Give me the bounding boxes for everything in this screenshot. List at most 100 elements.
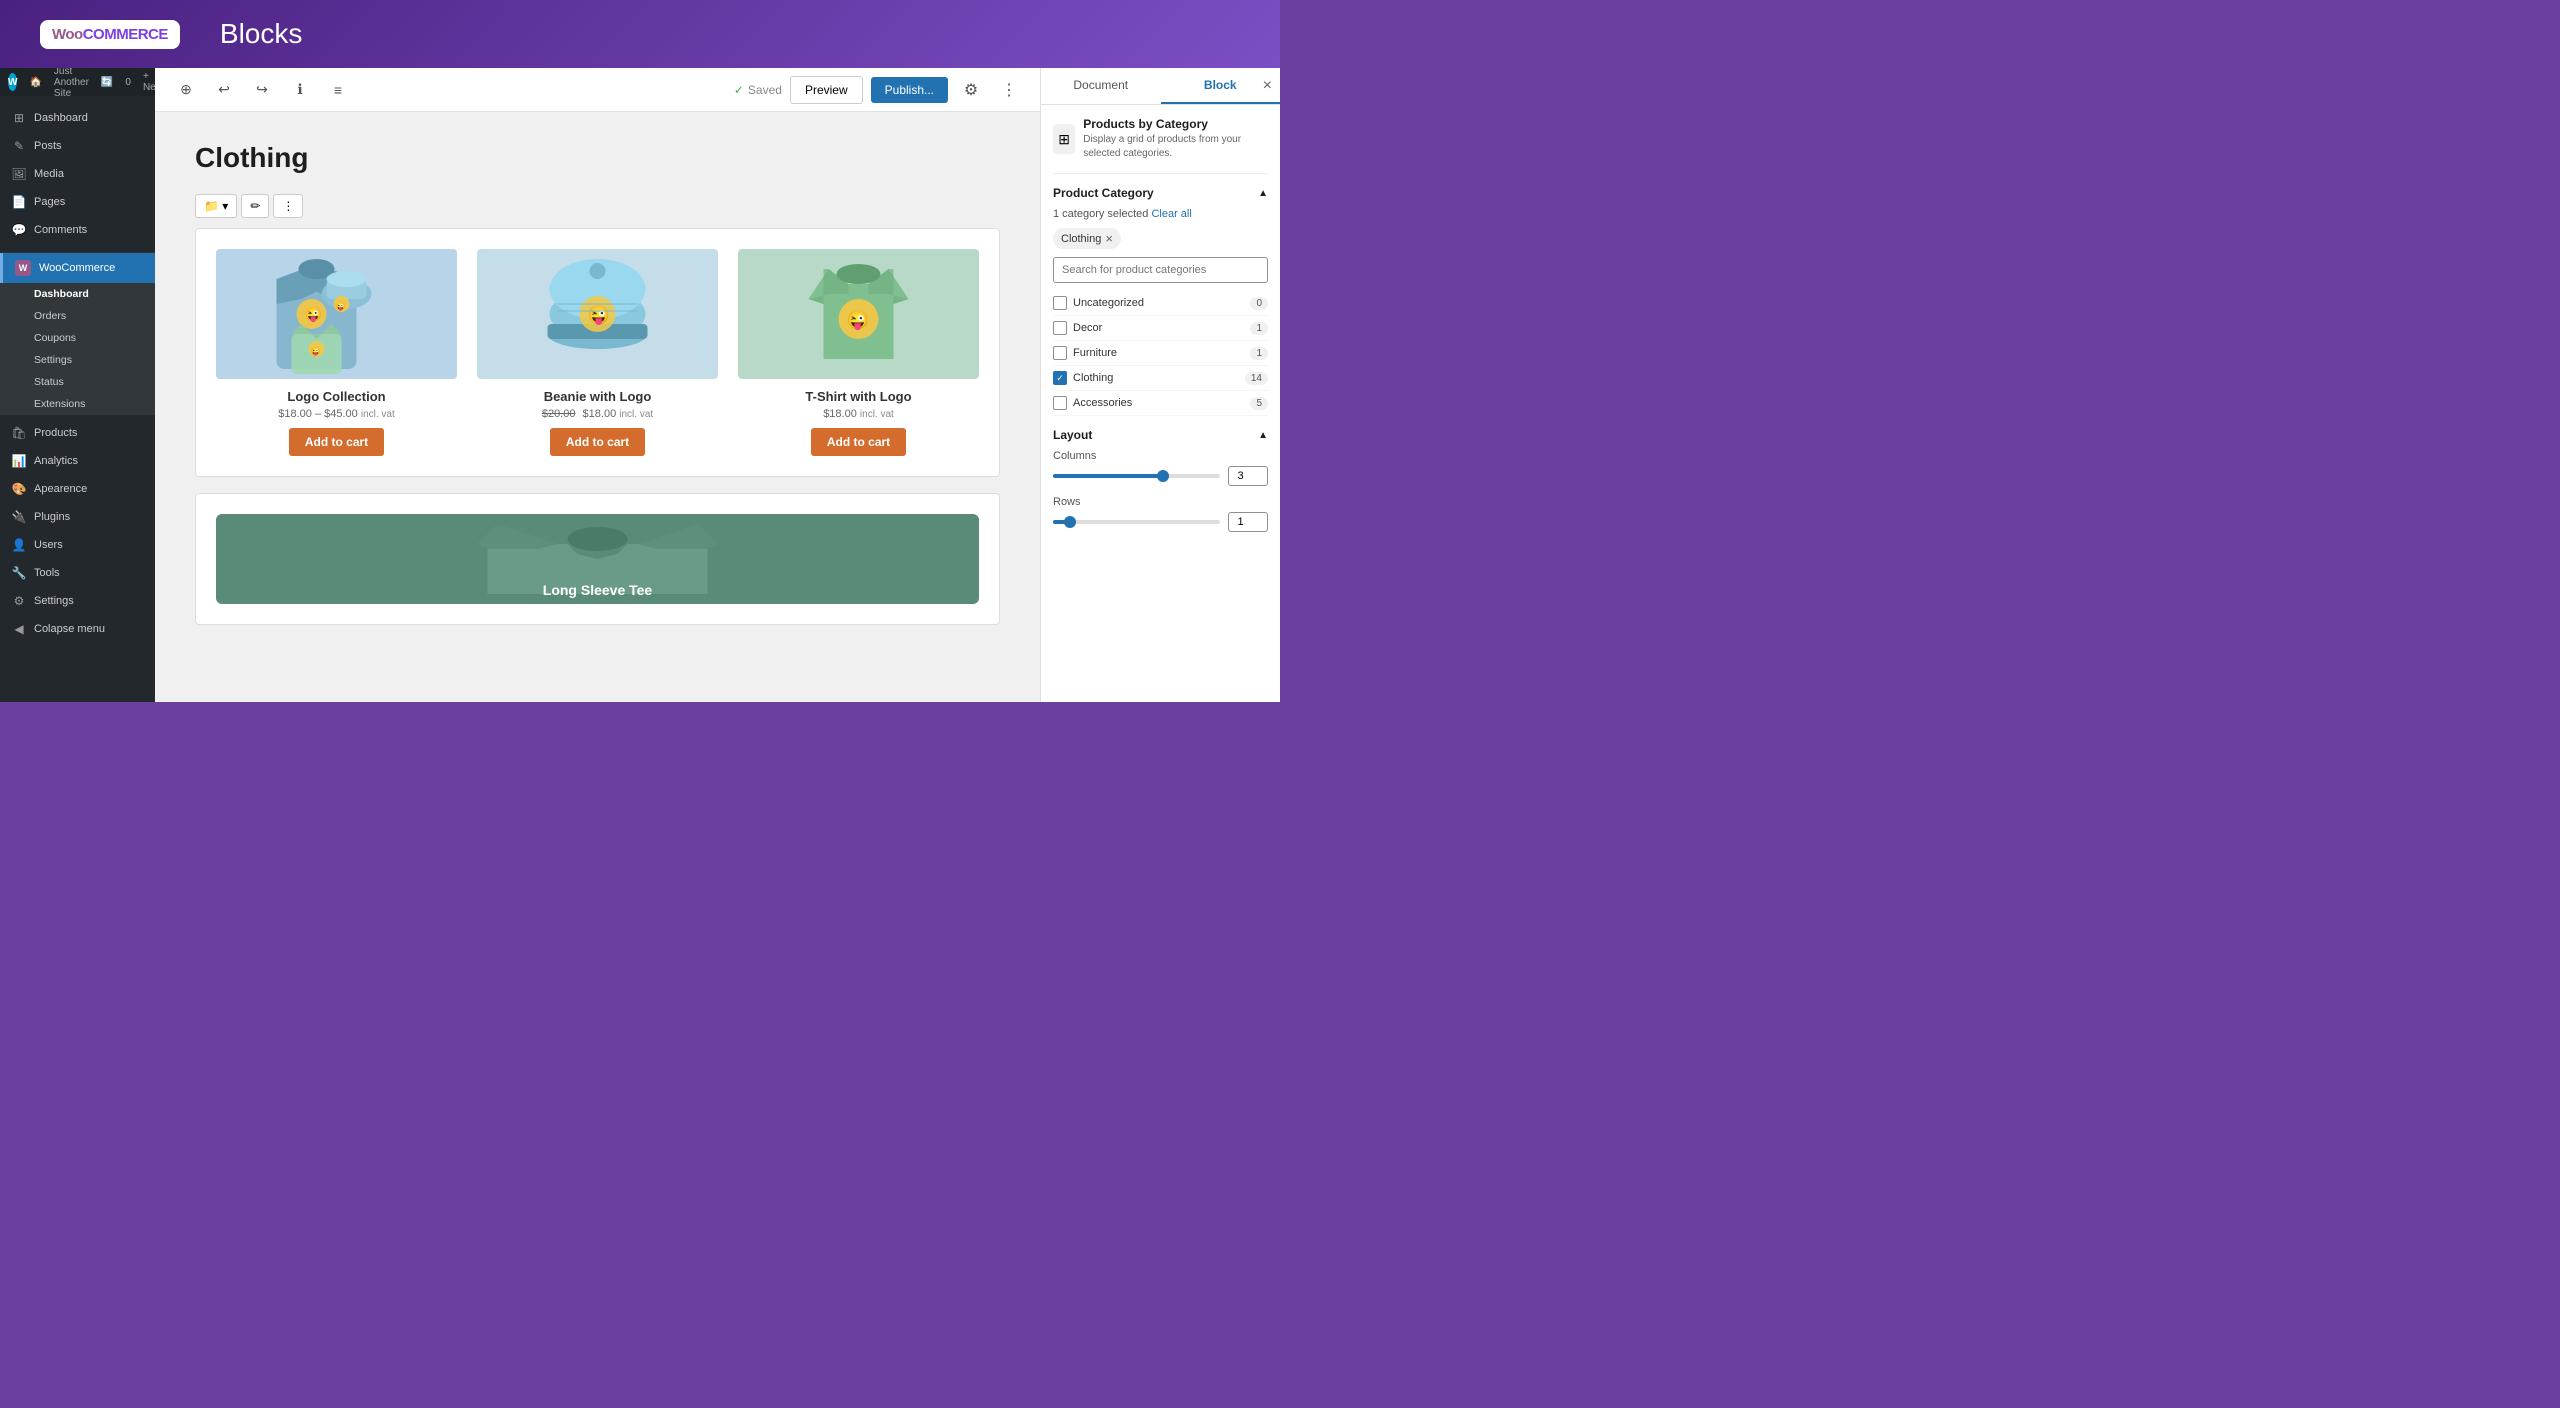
columns-label: Columns <box>1053 450 1268 462</box>
media-icon: 🖼 <box>12 167 26 181</box>
sidebar-item-comments[interactable]: 💬 Comments <box>0 216 155 244</box>
block-type-button[interactable]: 📁 ▾ <box>195 194 237 218</box>
sidebar-item-analytics[interactable]: 📊 Analytics <box>0 447 155 475</box>
block-info-icon: ⊞ <box>1053 124 1075 154</box>
category-checkbox-decor[interactable] <box>1053 321 1067 335</box>
product-card-3: 😜 T-Shirt with Logo $18.00 incl. vat Add… <box>738 249 979 456</box>
new-link[interactable]: + New <box>143 71 155 93</box>
sidebar-item-dashboard[interactable]: ⊞ Dashboard <box>0 104 155 132</box>
add-block-button[interactable]: ⊕ <box>171 75 201 105</box>
panel-close-button[interactable]: × <box>1263 77 1272 95</box>
submenu-item-coupons[interactable]: Coupons <box>0 327 155 349</box>
block-list-button[interactable]: ≡ <box>323 75 353 105</box>
category-row-uncategorized: Uncategorized 0 <box>1053 291 1268 316</box>
category-checkbox-clothing[interactable] <box>1053 371 1067 385</box>
category-label-furniture: Furniture <box>1073 347 1244 359</box>
updates-count: 0 <box>125 77 131 88</box>
comments-icon: 💬 <box>12 223 26 237</box>
sidebar-bottom-nav: 🛍 Products 📊 Analytics 🎨 Apearence 🔌 Plu… <box>0 419 155 643</box>
add-to-cart-button-3[interactable]: Add to cart <box>811 428 906 456</box>
header: WooCOMMERCE Blocks <box>0 0 1280 68</box>
preview-button[interactable]: Preview <box>790 76 863 104</box>
product-image-2: 😜 <box>477 249 718 379</box>
publish-button[interactable]: Publish... <box>871 77 948 103</box>
product-card-2: 😜 Beanie with Logo $20.00 $18.00 incl. v… <box>477 249 718 456</box>
category-count-accessories: 5 <box>1250 397 1268 410</box>
category-chevron-icon: ▲ <box>1258 188 1268 199</box>
sidebar-item-woocommerce[interactable]: W WooCommerce <box>0 253 155 283</box>
svg-text:😜: 😜 <box>336 302 346 311</box>
block-more-button[interactable]: ⋮ <box>273 194 303 218</box>
preview-product-label: Long Sleeve Tee <box>543 582 652 598</box>
tab-document[interactable]: Document <box>1041 68 1161 104</box>
saved-check-icon: ✓ <box>734 83 744 97</box>
submenu-item-extensions[interactable]: Extensions <box>0 393 155 415</box>
header-title: Blocks <box>220 18 302 50</box>
layout-chevron-icon: ▲ <box>1258 430 1268 441</box>
category-list: Uncategorized 0 Decor 1 Furniture 1 <box>1053 291 1268 416</box>
product-category-header[interactable]: Product Category ▲ <box>1053 186 1268 200</box>
category-search-input[interactable] <box>1053 257 1268 283</box>
product-image-3: 😜 <box>738 249 979 379</box>
category-label-uncategorized: Uncategorized <box>1073 297 1244 309</box>
editor-settings-button[interactable]: ⚙ <box>956 75 986 105</box>
layout-header[interactable]: Layout ▲ <box>1053 428 1268 442</box>
pages-icon: 📄 <box>12 195 26 209</box>
sidebar-item-collapse[interactable]: ◀ Colapse menu <box>0 615 155 643</box>
category-count-uncategorized: 0 <box>1250 297 1268 310</box>
sidebar-item-pages[interactable]: 📄 Pages <box>0 188 155 216</box>
product-name-3: T-Shirt with Logo <box>805 389 911 404</box>
rows-row: Rows <box>1053 496 1268 532</box>
category-checkbox-uncategorized[interactable] <box>1053 296 1067 310</box>
rows-slider-thumb[interactable] <box>1064 516 1076 528</box>
product-name-1: Logo Collection <box>287 389 385 404</box>
posts-icon: ✎ <box>12 139 26 153</box>
page-title: Clothing <box>195 142 1000 174</box>
category-row-decor: Decor 1 <box>1053 316 1268 341</box>
columns-input[interactable] <box>1228 466 1268 486</box>
submenu-item-orders[interactable]: Orders <box>0 305 155 327</box>
plugins-icon: 🔌 <box>12 510 26 524</box>
sidebar-item-appearance[interactable]: 🎨 Apearence <box>0 475 155 503</box>
undo-button[interactable]: ↩ <box>209 75 239 105</box>
category-label-accessories: Accessories <box>1073 397 1244 409</box>
tools-icon: 🔧 <box>12 566 26 580</box>
sidebar-item-settings[interactable]: ⚙ Settings <box>0 587 155 615</box>
site-name[interactable]: Just Another Site <box>54 68 89 99</box>
svg-text:😜: 😜 <box>847 310 869 331</box>
svg-text:😜: 😜 <box>588 305 610 326</box>
sidebar-item-users[interactable]: 👤 Users <box>0 531 155 559</box>
products-block: 😜 😜 <box>195 228 1000 477</box>
main-container: W 🏠 Just Another Site 🔄 0 + New View Pos… <box>0 68 1280 702</box>
editor-more-button[interactable]: ⋮ <box>994 75 1024 105</box>
sidebar-item-media[interactable]: 🖼 Media <box>0 160 155 188</box>
columns-slider-thumb[interactable] <box>1157 470 1169 482</box>
rows-input[interactable] <box>1228 512 1268 532</box>
sidebar-item-products[interactable]: 🛍 Products <box>0 419 155 447</box>
updates-icon: 🔄 <box>101 77 113 88</box>
remove-category-tag[interactable]: × <box>1105 231 1113 246</box>
add-to-cart-button-2[interactable]: Add to cart <box>550 428 645 456</box>
editor-content: Clothing 📁 ▾ ✏ ⋮ <box>155 112 1040 702</box>
rows-label: Rows <box>1053 496 1268 508</box>
sidebar-item-tools[interactable]: 🔧 Tools <box>0 559 155 587</box>
info-button[interactable]: ℹ <box>285 75 315 105</box>
submenu-item-wc-dashboard[interactable]: Dashboard <box>0 283 155 305</box>
category-checkbox-furniture[interactable] <box>1053 346 1067 360</box>
block-info-text: Products by Category Display a grid of p… <box>1083 117 1268 161</box>
submenu-item-status[interactable]: Status <box>0 371 155 393</box>
submenu-item-settings[interactable]: Settings <box>0 349 155 371</box>
block-edit-button[interactable]: ✏ <box>241 194 269 218</box>
saved-label: ✓ Saved <box>734 83 782 97</box>
woocommerce-submenu: Dashboard Orders Coupons Settings Status… <box>0 283 155 415</box>
redo-button[interactable]: ↪ <box>247 75 277 105</box>
sidebar-item-posts[interactable]: ✎ Posts <box>0 132 155 160</box>
category-label-decor: Decor <box>1073 322 1244 334</box>
woocommerce-logo: WooCOMMERCE <box>40 20 180 49</box>
sidebar-item-plugins[interactable]: 🔌 Plugins <box>0 503 155 531</box>
columns-slider-row <box>1053 466 1268 486</box>
category-count-furniture: 1 <box>1250 347 1268 360</box>
add-to-cart-button-1[interactable]: Add to cart <box>289 428 384 456</box>
clear-all-link[interactable]: Clear all <box>1151 208 1191 220</box>
category-checkbox-accessories[interactable] <box>1053 396 1067 410</box>
